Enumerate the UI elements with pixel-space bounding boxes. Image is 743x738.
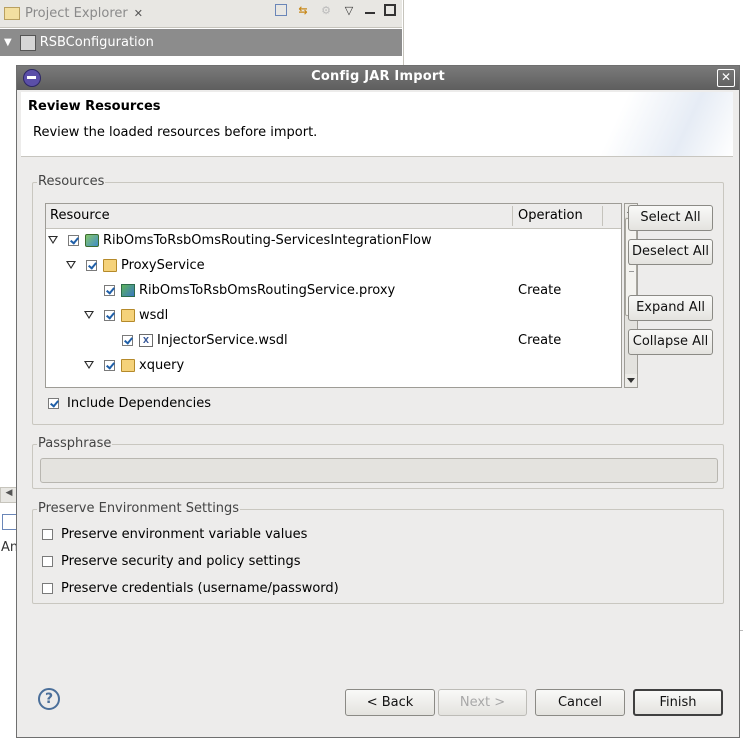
folder-icon bbox=[4, 7, 20, 20]
maximize-icon[interactable] bbox=[384, 4, 396, 16]
row-checkbox[interactable] bbox=[86, 260, 97, 271]
preserve-security-checkbox[interactable]: Preserve security and policy settings bbox=[42, 552, 300, 570]
column-separator[interactable] bbox=[602, 206, 603, 226]
chevron-down-icon[interactable] bbox=[48, 236, 58, 244]
column-separator[interactable] bbox=[512, 206, 513, 226]
view-toolbar: ⇆ ⚙ ▽ bbox=[275, 4, 396, 18]
view-divider bbox=[403, 0, 404, 66]
project-icon bbox=[19, 34, 36, 51]
table-row[interactable]: RibOmsToRsbOmsRouting-ServicesIntegratio… bbox=[46, 229, 621, 254]
folder-icon bbox=[103, 259, 117, 272]
folder-icon bbox=[121, 309, 135, 322]
row-operation: Create bbox=[518, 333, 562, 348]
next-button[interactable]: Next > bbox=[438, 689, 527, 716]
table-row[interactable]: wsdl bbox=[46, 304, 621, 329]
minimize-icon[interactable] bbox=[365, 4, 375, 14]
preserve-env-vars-checkbox[interactable]: Preserve environment variable values bbox=[42, 525, 307, 543]
flow-icon bbox=[85, 234, 99, 247]
checkbox-label: Preserve environment variable values bbox=[61, 526, 308, 542]
include-dependencies-checkbox[interactable]: Include Dependencies bbox=[48, 394, 211, 412]
row-checkbox[interactable] bbox=[122, 335, 133, 346]
deselect-all-button[interactable]: Deselect All bbox=[628, 239, 713, 265]
back-button[interactable]: < Back bbox=[345, 689, 435, 716]
checkbox[interactable] bbox=[48, 397, 59, 409]
help-icon[interactable]: ? bbox=[38, 688, 60, 710]
dialog-title: Config JAR Import bbox=[311, 69, 445, 84]
row-label: wsdl bbox=[139, 308, 169, 323]
table-row[interactable]: RibOmsToRsbOmsRoutingService.proxy Creat… bbox=[46, 279, 621, 304]
resources-group-label: Resources bbox=[37, 174, 106, 189]
row-checkbox[interactable] bbox=[104, 285, 115, 296]
finish-button[interactable]: Finish bbox=[633, 689, 723, 716]
column-header-resource[interactable]: Resource bbox=[50, 208, 110, 223]
chevron-down-icon[interactable] bbox=[84, 311, 94, 319]
project-explorer-tabbar: Project Explorer ✕ ⇆ ⚙ ▽ bbox=[0, 0, 402, 28]
chevron-down-icon[interactable]: ▼ bbox=[4, 37, 12, 48]
collapse-all-icon[interactable] bbox=[275, 4, 287, 16]
cancel-button[interactable]: Cancel bbox=[535, 689, 625, 716]
close-icon[interactable]: ✕ bbox=[717, 69, 735, 87]
preserve-group-label: Preserve Environment Settings bbox=[37, 501, 241, 516]
passphrase-group: Passphrase bbox=[32, 436, 724, 489]
row-operation: Create bbox=[518, 283, 562, 298]
row-checkbox[interactable] bbox=[68, 235, 79, 246]
table-row[interactable]: ProxyService bbox=[46, 254, 621, 279]
checkbox[interactable] bbox=[42, 582, 53, 594]
row-checkbox[interactable] bbox=[104, 360, 115, 371]
row-label: RibOmsToRsbOmsRoutingService.proxy bbox=[139, 283, 396, 298]
row-label: ProxyService bbox=[121, 258, 205, 273]
row-label: InjectorService.wsdl bbox=[157, 333, 288, 348]
passphrase-field[interactable] bbox=[40, 458, 718, 483]
checkbox[interactable] bbox=[42, 555, 53, 567]
column-header-operation[interactable]: Operation bbox=[518, 208, 583, 223]
checkbox[interactable] bbox=[42, 528, 53, 540]
wizard-header: Review Resources Review the loaded resou… bbox=[21, 92, 733, 157]
preserve-settings-group: Preserve Environment Settings Preserve e… bbox=[32, 501, 724, 604]
dialog-titlebar[interactable]: Config JAR Import ✕ bbox=[17, 66, 739, 90]
expand-all-button[interactable]: Expand All bbox=[628, 295, 713, 321]
view-menu-icon[interactable]: ▽ bbox=[342, 4, 356, 18]
table-header: Resource Operation bbox=[46, 204, 621, 229]
page-description: Review the loaded resources before impor… bbox=[33, 125, 318, 140]
resources-table[interactable]: Resource Operation RibOmsToRsbOmsRouting… bbox=[45, 203, 622, 388]
filter-icon[interactable]: ⚙ bbox=[319, 4, 333, 18]
preserve-credentials-checkbox[interactable]: Preserve credentials (username/password) bbox=[42, 579, 339, 597]
project-explorer-tab[interactable]: Project Explorer ✕ bbox=[0, 0, 143, 27]
table-row[interactable]: X InjectorService.wsdl Create bbox=[46, 329, 621, 354]
include-dependencies-label: Include Dependencies bbox=[67, 395, 211, 411]
resources-group: Resources Resource Operation RibOmsToRsb… bbox=[32, 174, 724, 425]
wsdl-file-icon: X bbox=[139, 334, 153, 347]
checkbox-label: Preserve credentials (username/password) bbox=[61, 580, 339, 596]
passphrase-group-label: Passphrase bbox=[37, 436, 113, 451]
collapse-all-button[interactable]: Collapse All bbox=[628, 329, 713, 355]
row-label: RibOmsToRsbOmsRouting-ServicesIntegratio… bbox=[103, 233, 432, 248]
page-title: Review Resources bbox=[28, 99, 161, 114]
scroll-down-icon[interactable] bbox=[625, 374, 637, 387]
project-explorer-label: Project Explorer bbox=[25, 6, 128, 21]
proxy-icon bbox=[121, 284, 135, 297]
chevron-down-icon[interactable] bbox=[66, 261, 76, 269]
table-row[interactable]: xquery bbox=[46, 354, 621, 379]
close-icon[interactable]: ✕ bbox=[134, 7, 143, 20]
row-checkbox[interactable] bbox=[104, 310, 115, 321]
tree-item-rsbconfiguration[interactable]: ▼ RSBConfiguration bbox=[0, 29, 402, 56]
tree-item-label: RSBConfiguration bbox=[39, 35, 154, 50]
row-label: xquery bbox=[139, 358, 185, 373]
chevron-down-icon[interactable] bbox=[84, 361, 94, 369]
select-all-button[interactable]: Select All bbox=[628, 205, 713, 231]
config-jar-import-dialog: Config JAR Import ✕ Review Resources Rev… bbox=[16, 65, 740, 738]
checkbox-label: Preserve security and policy settings bbox=[61, 553, 301, 569]
folder-icon bbox=[121, 359, 135, 372]
link-with-editor-icon[interactable]: ⇆ bbox=[296, 4, 310, 18]
